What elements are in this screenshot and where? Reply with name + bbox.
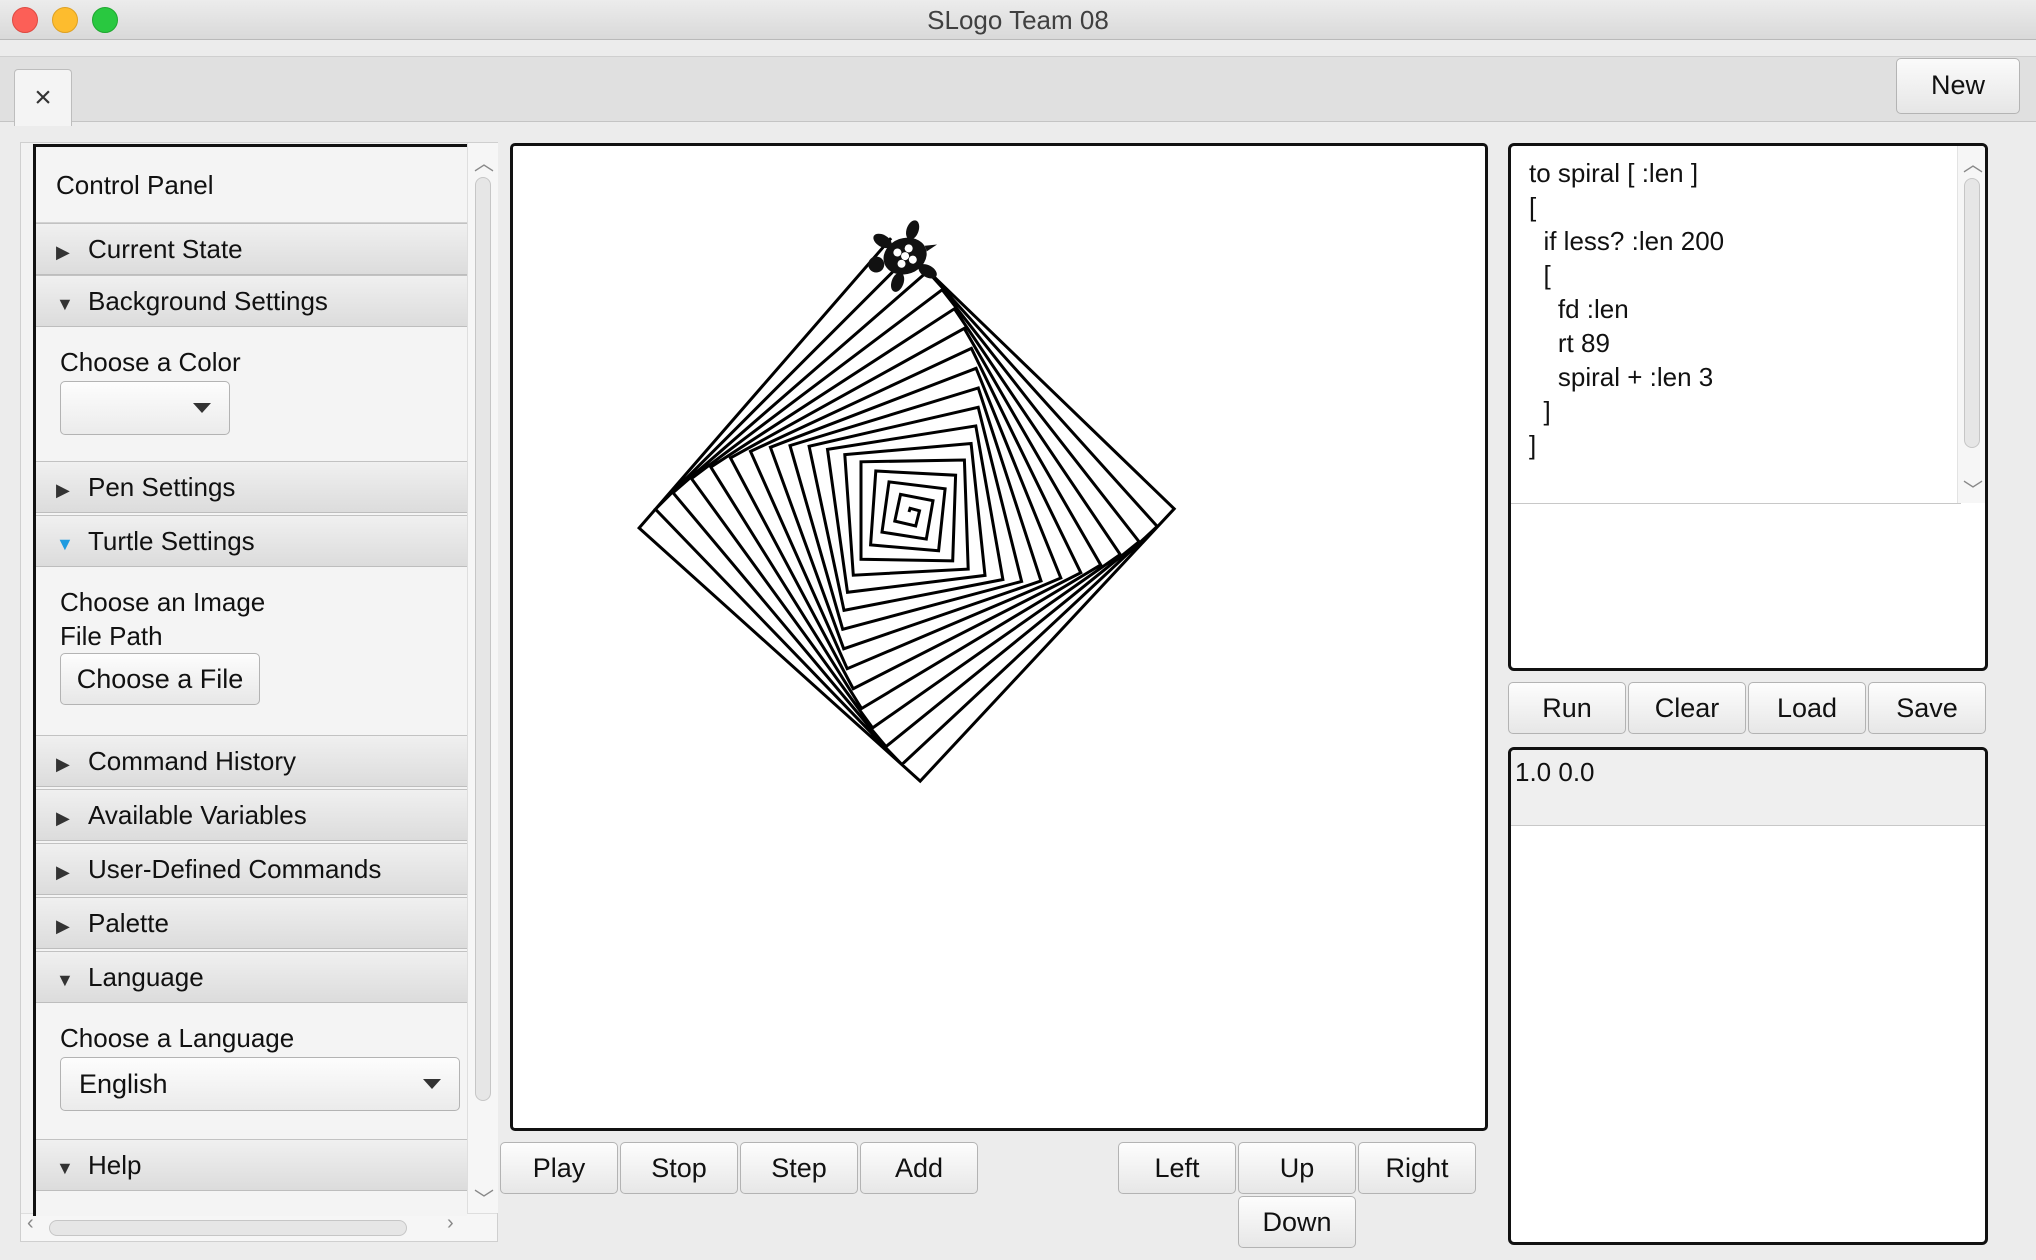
section-available-variables[interactable]: ▶ Available Variables bbox=[36, 789, 467, 841]
vertical-scroll-thumb[interactable] bbox=[475, 177, 491, 1101]
section-label: Help bbox=[88, 1150, 142, 1180]
turtle-settings-content: Choose an Image File Path Choose a File bbox=[36, 567, 467, 727]
turtle-icon[interactable] bbox=[858, 213, 949, 301]
triangle-down-icon: ▼ bbox=[56, 970, 74, 990]
section-label: Language bbox=[88, 962, 204, 992]
triangle-down-icon: ▼ bbox=[56, 294, 74, 314]
workspace-tab[interactable]: × bbox=[14, 69, 72, 126]
control-panel-title: Control Panel bbox=[36, 147, 467, 223]
window-titlebar: SLogo Team 08 bbox=[0, 0, 2036, 40]
choose-color-label: Choose a Color bbox=[60, 347, 241, 377]
save-button[interactable]: Save bbox=[1868, 682, 1986, 734]
add-button[interactable]: Add bbox=[860, 1142, 978, 1194]
command-editor[interactable]: to spiral [ :len ] [ if less? :len 200 [… bbox=[1508, 143, 1988, 671]
editor-divider bbox=[1511, 503, 1961, 504]
triangle-down-icon: ▼ bbox=[56, 1158, 74, 1178]
section-turtle-settings[interactable]: ▼ Turtle Settings bbox=[36, 515, 467, 567]
turtle-drawing bbox=[637, 213, 1177, 784]
section-label: Available Variables bbox=[88, 800, 307, 830]
move-down-button[interactable]: Down bbox=[1238, 1196, 1356, 1248]
scroll-up-icon[interactable]: ︿ bbox=[474, 147, 494, 176]
triangle-down-icon: ▼ bbox=[56, 534, 74, 554]
step-button[interactable]: Step bbox=[740, 1142, 858, 1194]
section-label: Turtle Settings bbox=[88, 526, 255, 556]
section-label: Background Settings bbox=[88, 286, 328, 316]
run-button[interactable]: Run bbox=[1508, 682, 1626, 734]
triangle-right-icon: ▶ bbox=[56, 242, 70, 262]
move-left-button[interactable]: Left bbox=[1118, 1142, 1236, 1194]
new-workspace-button[interactable]: New bbox=[1896, 58, 2020, 114]
section-pen-settings[interactable]: ▶ Pen Settings bbox=[36, 461, 467, 513]
background-settings-content: Choose a Color bbox=[36, 327, 467, 457]
triangle-right-icon: ▶ bbox=[56, 754, 70, 774]
scroll-down-icon[interactable]: ﹀ bbox=[1963, 474, 1983, 503]
close-icon[interactable]: × bbox=[34, 81, 52, 114]
choose-file-button[interactable]: Choose a File bbox=[60, 653, 260, 705]
clear-button[interactable]: Clear bbox=[1628, 682, 1746, 734]
section-palette[interactable]: ▶ Palette bbox=[36, 897, 467, 949]
choose-image-label: Choose an Image bbox=[60, 587, 266, 617]
section-command-history[interactable]: ▶ Command History bbox=[36, 735, 467, 787]
console-output-row[interactable]: 1.0 0.0 bbox=[1511, 750, 1985, 826]
section-label: Command History bbox=[88, 746, 297, 776]
section-label: Palette bbox=[88, 908, 169, 938]
triangle-right-icon: ▶ bbox=[56, 916, 70, 936]
move-up-button[interactable]: Up bbox=[1238, 1142, 1356, 1194]
triangle-right-icon: ▶ bbox=[56, 480, 70, 500]
horizontal-scroll-thumb[interactable] bbox=[49, 1220, 407, 1236]
control-panel-vertical-scrollbar[interactable]: ︿ ﹀ bbox=[467, 143, 498, 1213]
scroll-up-icon[interactable]: ︿ bbox=[1963, 148, 1983, 177]
caret-down-icon bbox=[193, 403, 211, 413]
section-label: User-Defined Commands bbox=[88, 854, 382, 884]
section-current-state[interactable]: ▶ Current State bbox=[36, 223, 467, 275]
choose-language-label: Choose a Language bbox=[60, 1023, 295, 1053]
control-panel: Control Panel ▶ Current State ▼ Background… bbox=[33, 144, 467, 1216]
background-color-picker[interactable] bbox=[60, 381, 230, 435]
file-path-label: File Path bbox=[60, 621, 163, 651]
editor-textarea[interactable]: to spiral [ :len ] [ if less? :len 200 [… bbox=[1529, 156, 1959, 506]
section-background-settings[interactable]: ▼ Background Settings bbox=[36, 275, 467, 327]
tab-bar: × New bbox=[0, 56, 2036, 126]
turtle-canvas[interactable] bbox=[510, 143, 1488, 1131]
scroll-down-icon[interactable]: ﹀ bbox=[474, 1183, 494, 1212]
control-panel-horizontal-scrollbar[interactable]: ‹ › bbox=[21, 1212, 497, 1241]
output-console[interactable]: 1.0 0.0 bbox=[1508, 747, 1988, 1245]
language-select[interactable]: English bbox=[60, 1057, 460, 1111]
move-right-button[interactable]: Right bbox=[1358, 1142, 1476, 1194]
caret-down-icon bbox=[423, 1079, 441, 1089]
triangle-right-icon: ▶ bbox=[56, 862, 70, 882]
load-button[interactable]: Load bbox=[1748, 682, 1866, 734]
language-content: Choose a Language English bbox=[36, 1003, 467, 1133]
window-title: SLogo Team 08 bbox=[927, 5, 1109, 35]
section-label: Current State bbox=[88, 234, 243, 264]
language-value: English bbox=[79, 1069, 168, 1099]
play-button[interactable]: Play bbox=[500, 1142, 618, 1194]
help-content bbox=[36, 1191, 467, 1216]
pen-trail bbox=[637, 237, 1177, 784]
editor-scroll-thumb[interactable] bbox=[1964, 178, 1980, 448]
editor-vertical-scrollbar[interactable]: ︿ ﹀ bbox=[1957, 146, 1985, 503]
triangle-right-icon: ▶ bbox=[56, 808, 70, 828]
section-label: Pen Settings bbox=[88, 472, 236, 502]
section-help[interactable]: ▼ Help bbox=[36, 1139, 467, 1191]
stop-button[interactable]: Stop bbox=[620, 1142, 738, 1194]
section-language[interactable]: ▼ Language bbox=[36, 951, 467, 1003]
section-user-defined-commands[interactable]: ▶ User-Defined Commands bbox=[36, 843, 467, 895]
